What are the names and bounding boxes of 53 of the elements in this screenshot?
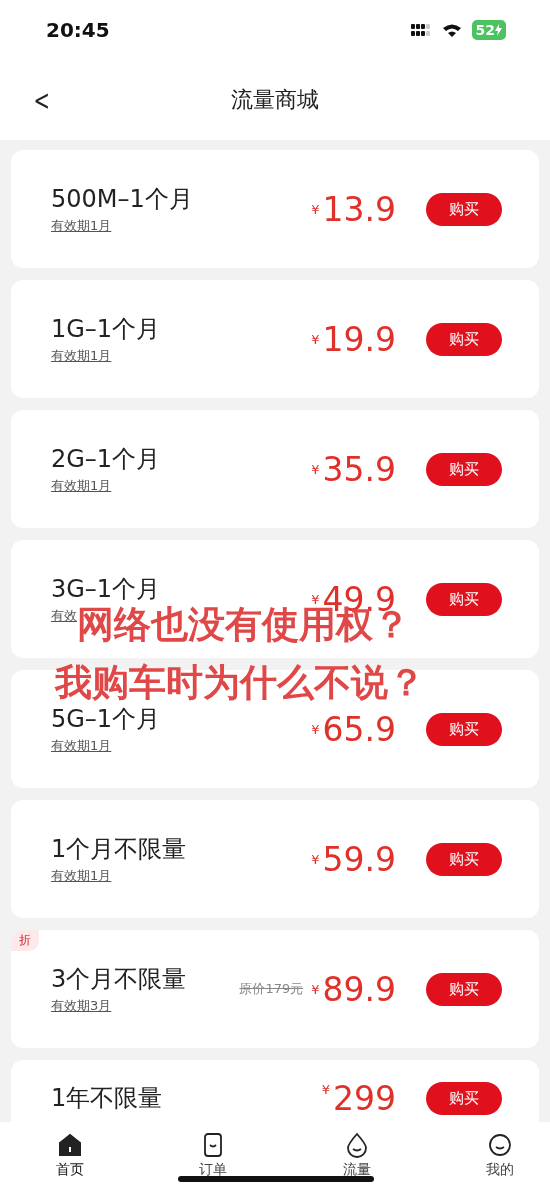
- product-title: 1年不限量: [51, 1083, 164, 1114]
- tab-item[interactable]: 首页: [50, 1122, 90, 1190]
- price: 65.9: [322, 712, 396, 746]
- buy-button[interactable]: 购买: [426, 712, 502, 746]
- buy-button[interactable]: 购买: [426, 1082, 502, 1115]
- back-button[interactable]: <: [30, 84, 53, 117]
- original-price: 原价179元: [239, 980, 304, 998]
- buy-button[interactable]: 购买: [426, 452, 502, 486]
- price: 13.9: [322, 192, 396, 226]
- validity-link[interactable]: 有效期3月: [51, 997, 112, 1015]
- tab-item[interactable]: 我的: [480, 1122, 520, 1190]
- validity-link[interactable]: 有效: [51, 607, 77, 625]
- currency-sign: ¥: [311, 591, 320, 607]
- buy-button[interactable]: 购买: [426, 192, 502, 226]
- currency-sign: ¥: [311, 331, 320, 347]
- caption-text: 我购车时为什么不说？: [55, 660, 425, 706]
- currency-sign: ¥: [311, 461, 320, 477]
- wifi-icon: [441, 22, 462, 38]
- tab-item[interactable]: 流量: [336, 1122, 377, 1190]
- user-icon: [487, 1132, 513, 1158]
- validity-link[interactable]: 有效期1月: [51, 867, 112, 885]
- product-title: 3G–1个月: [51, 574, 162, 605]
- price: 59.9: [322, 842, 396, 876]
- page-title: 流量商城: [231, 86, 319, 114]
- product-title: 3个月不限量: [51, 964, 188, 995]
- validity-link[interactable]: 有效期1月: [51, 217, 112, 235]
- product-title: 500M–1个月: [51, 184, 194, 215]
- status-time: 20:45: [46, 18, 110, 42]
- product-title: 5G–1个月: [51, 704, 162, 735]
- home-icon: [57, 1132, 83, 1158]
- product-title: 2G–1个月: [51, 444, 162, 475]
- buy-button[interactable]: 购买: [426, 842, 502, 876]
- buy-button[interactable]: 购买: [426, 972, 502, 1006]
- buy-button[interactable]: 购买: [426, 322, 502, 356]
- price: 19.9: [322, 322, 396, 356]
- currency-sign: ¥: [311, 201, 320, 217]
- validity-link[interactable]: 有效期1月: [51, 477, 112, 495]
- currency-sign: ¥: [311, 981, 320, 997]
- price: 35.9: [322, 452, 396, 486]
- buy-button[interactable]: 购买: [426, 582, 502, 616]
- validity-link[interactable]: 有效期1月: [51, 347, 112, 365]
- signal-icon: [409, 23, 432, 37]
- validity-link[interactable]: 有效期1月: [51, 737, 112, 755]
- currency-sign: ¥: [321, 1082, 330, 1097]
- discount-badge: 折: [11, 930, 39, 951]
- price: 89.9: [322, 972, 396, 1006]
- product-title: 1个月不限量: [51, 834, 188, 865]
- product-title: 1G–1个月: [51, 314, 162, 345]
- tab-item[interactable]: 订单: [193, 1122, 234, 1190]
- battery-icon: 52: [471, 20, 506, 40]
- price: 299: [333, 1082, 396, 1115]
- currency-sign: ¥: [311, 721, 320, 737]
- currency-sign: ¥: [311, 851, 320, 867]
